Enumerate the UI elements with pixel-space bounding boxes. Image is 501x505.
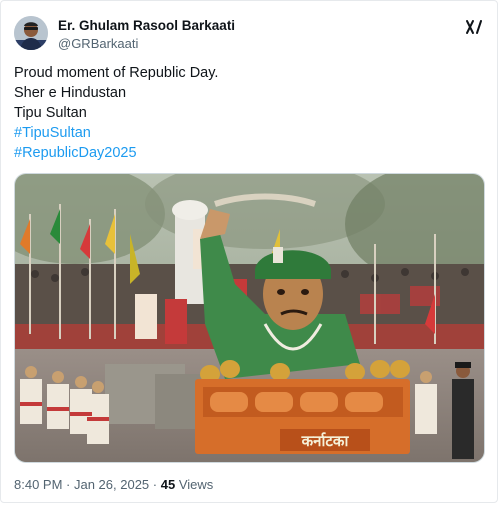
tweet-meta: 8:40 PM · Jan 26, 2025 · 45 Views [14, 477, 213, 492]
avatar[interactable] [14, 16, 48, 50]
tweet-photo[interactable]: कर्नाटका [14, 173, 485, 463]
tweet-text: Proud moment of Republic Day. Sher e Hin… [14, 63, 484, 163]
meta-separator: · [149, 477, 161, 492]
tweet-line: Tipu Sultan [14, 105, 87, 121]
tweet-time[interactable]: 8:40 PM [14, 477, 62, 492]
tweet-line: Proud moment of Republic Day. [14, 65, 219, 81]
tweet-header: Er. Ghulam Rasool Barkaati @GRBarkaati [14, 13, 486, 53]
tweet-line: Sher e Hindustan [14, 85, 127, 101]
tweet-card[interactable]: Er. Ghulam Rasool Barkaati @GRBarkaati P… [0, 0, 498, 503]
grok-icon[interactable] [465, 18, 483, 36]
display-name[interactable]: Er. Ghulam Rasool Barkaati [58, 17, 235, 34]
views-count: 45 [160, 477, 176, 492]
tweet-date[interactable]: Jan 26, 2025 [74, 477, 149, 492]
hashtag-link[interactable]: #RepublicDay2025 [14, 143, 484, 163]
views-label: Views [175, 477, 214, 492]
author-handle[interactable]: @GRBarkaati [58, 35, 235, 52]
hashtag-link[interactable]: #TipuSultan [14, 123, 484, 143]
author-names: Er. Ghulam Rasool Barkaati @GRBarkaati [58, 17, 235, 52]
meta-separator: · [62, 477, 74, 492]
float-caption: कर्नाटका [301, 432, 350, 450]
